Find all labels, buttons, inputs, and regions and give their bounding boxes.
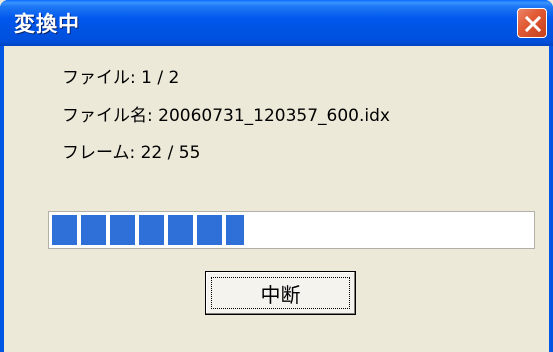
close-icon xyxy=(524,15,542,33)
window-title: 変換中 xyxy=(14,12,80,36)
frame-count-label: フレーム: 22 / 55 xyxy=(62,143,201,163)
close-button[interactable] xyxy=(517,8,547,38)
file-name-label: ファイル名: 20060731_120357_600.idx xyxy=(62,106,390,126)
progress-bar-fill xyxy=(52,215,244,245)
dialog-body: ファイル: 1 / 2 ファイル名: 20060731_120357_600.i… xyxy=(4,46,549,352)
title-bar[interactable]: 変換中 xyxy=(0,0,553,46)
progress-bar xyxy=(48,211,535,249)
dialog-window: 変換中 ファイル: 1 / 2 ファイル名: 20060731_120357_6… xyxy=(0,0,553,352)
cancel-button-label: 中断 xyxy=(211,277,350,309)
file-count-label: ファイル: 1 / 2 xyxy=(62,68,180,88)
cancel-button[interactable]: 中断 xyxy=(205,271,356,315)
